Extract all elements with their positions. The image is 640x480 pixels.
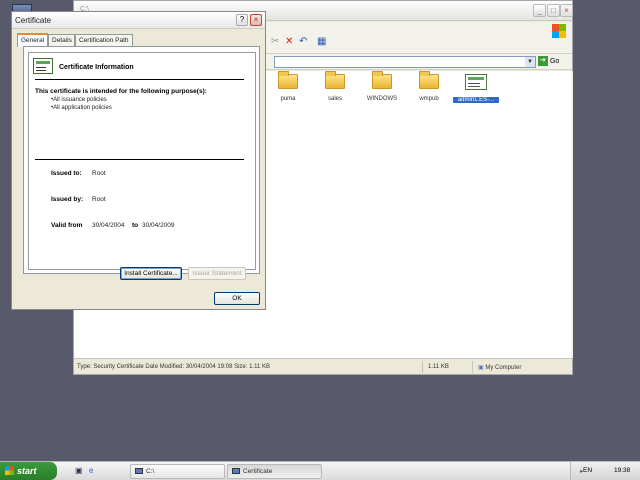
issuer-statement-button[interactable]: Issuer Statement (188, 267, 246, 280)
file-name: admin1.ES-... (453, 97, 499, 103)
issued-by-value: Root (92, 196, 106, 203)
folder-icon (325, 71, 345, 89)
tab-certification-path[interactable]: Certification Path (75, 34, 133, 46)
address-input[interactable]: ▼ (274, 56, 536, 68)
windows-flag-icon (5, 466, 14, 475)
system-tray: ▸ EN 19:38 (570, 462, 640, 480)
divider (35, 159, 244, 160)
file-name: sales (327, 96, 342, 102)
close-button[interactable]: × (250, 14, 262, 26)
status-details: Type: Security Certificate Date Modified… (77, 364, 270, 370)
address-dropdown-icon[interactable]: ▼ (525, 57, 535, 67)
scrollbar[interactable] (571, 71, 573, 358)
go-label: Go (549, 58, 560, 65)
start-button[interactable]: start (0, 462, 57, 480)
certificate-dialog: Certificate ? × General Details Certific… (11, 11, 266, 310)
taskbar-item-certificate[interactable]: Certificate (227, 464, 322, 479)
status-bar: Type: Security Certificate Date Modified… (74, 358, 572, 374)
certificate-icon (33, 58, 53, 74)
valid-from-value: 30/04/2004 (92, 222, 125, 229)
undo-icon[interactable]: ↶ (299, 37, 307, 47)
folder-icon (372, 71, 392, 89)
certificate-file-icon (465, 74, 487, 90)
file-item[interactable]: WINDOWS (359, 71, 405, 102)
minimize-button[interactable]: _ (533, 4, 546, 17)
help-button[interactable]: ? (236, 14, 248, 26)
ok-button[interactable]: OK (214, 292, 260, 305)
purpose-item: •All application policies (51, 105, 112, 111)
internet-explorer-icon[interactable]: e (89, 466, 93, 476)
status-size: 1.11 KB (428, 364, 449, 370)
status-zone: ▣ My Computer (478, 365, 522, 371)
certificate-icon (232, 468, 240, 474)
divider (35, 79, 244, 80)
go-arrow-icon: ➔ (538, 56, 548, 66)
go-button[interactable]: ➔ Go (538, 56, 566, 68)
close-button[interactable]: × (560, 4, 573, 17)
file-item[interactable]: wmpub (406, 71, 452, 102)
clock[interactable]: 19:38 (614, 467, 630, 474)
file-item[interactable]: sales (312, 71, 358, 102)
my-computer-icon: ▣ (478, 365, 484, 371)
general-panel: Certificate Information This certificate… (23, 46, 260, 274)
folder-icon (419, 71, 439, 89)
taskbar: start ▣ e C:\ Certificate ▸ EN 19:38 (0, 461, 640, 480)
file-name: puma (280, 96, 296, 102)
purpose-heading: This certificate is intended for the fol… (35, 88, 207, 95)
views-icon[interactable]: ▦ (317, 37, 326, 47)
valid-to-value: 30/04/2009 (142, 222, 175, 229)
valid-to-label: to (132, 222, 139, 229)
tab-general[interactable]: General (17, 33, 48, 47)
file-name: WINDOWS (366, 96, 398, 102)
info-heading: Certificate Information (59, 64, 134, 71)
purpose-item: •All issuance policies (51, 97, 107, 103)
drive-icon (135, 468, 143, 474)
show-desktop-icon[interactable]: ▣ (75, 466, 83, 476)
delete-icon[interactable]: ✕ (285, 37, 293, 47)
move-to-icon[interactable]: ✂ (271, 37, 279, 47)
maximize-button[interactable]: □ (547, 4, 560, 17)
issued-to-value: Root (92, 170, 106, 177)
language-indicator[interactable]: EN (583, 467, 592, 474)
windows-logo-icon (552, 24, 566, 38)
install-certificate-button[interactable]: Install Certificate... (120, 267, 182, 280)
file-name: wmpub (419, 96, 439, 102)
start-label: start (17, 466, 37, 476)
issued-by-label: Issued by: (51, 196, 84, 203)
certificate-info-box: Certificate Information This certificate… (28, 52, 256, 270)
file-item-selected[interactable]: admin1.ES-... (453, 74, 499, 103)
folder-icon (278, 71, 298, 89)
tab-details[interactable]: Details (48, 34, 75, 46)
dialog-title: Certificate (15, 16, 52, 25)
issued-to-label: Issued to: (51, 170, 82, 177)
file-item[interactable]: puma (265, 71, 311, 102)
taskbar-item-explorer[interactable]: C:\ (130, 464, 225, 479)
valid-from-label: Valid from (51, 222, 83, 229)
dialog-titlebar[interactable]: Certificate ? × (12, 12, 265, 29)
